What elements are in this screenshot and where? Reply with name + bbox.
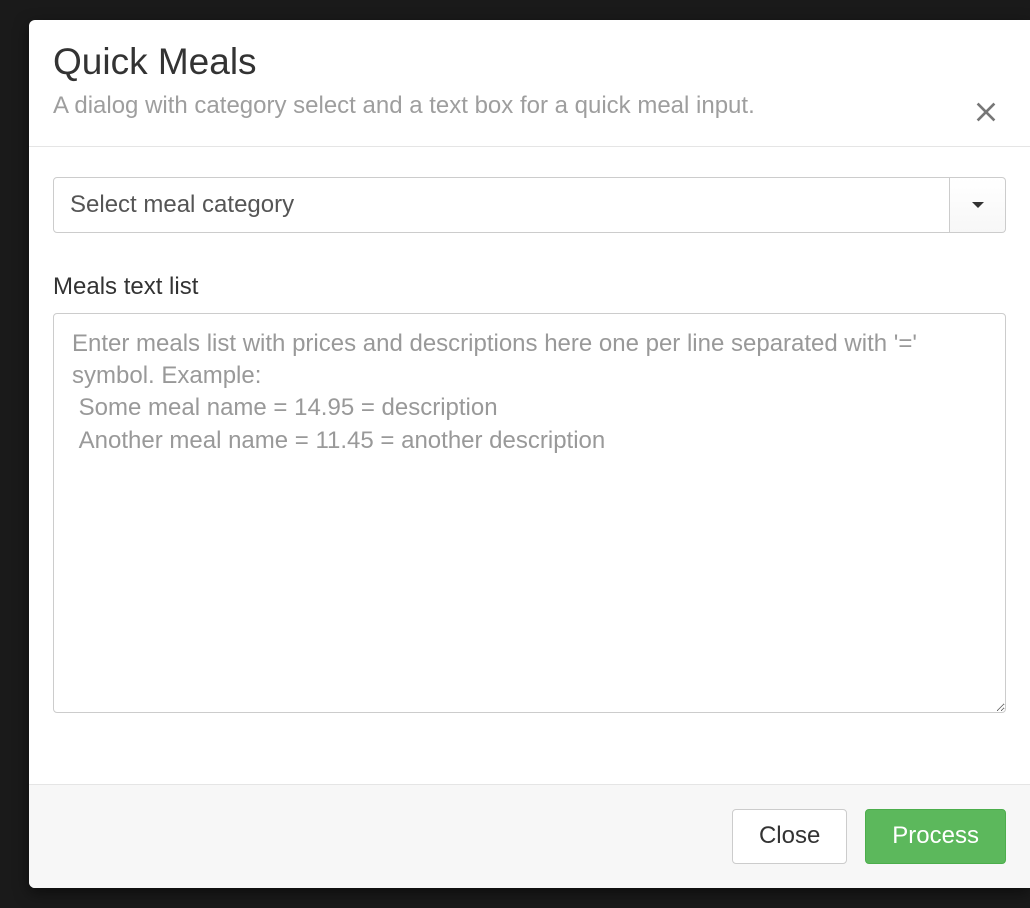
category-select-group: Select meal category xyxy=(53,177,1006,233)
meals-text-input[interactable] xyxy=(53,313,1006,713)
close-button[interactable]: Close xyxy=(732,809,847,864)
dialog-header: Quick Meals A dialog with category selec… xyxy=(29,20,1030,147)
dialog-footer: Close Process xyxy=(29,784,1030,888)
meals-text-label: Meals text list xyxy=(53,273,1006,301)
category-select-field[interactable]: Select meal category xyxy=(53,177,950,233)
quick-meals-dialog: Quick Meals A dialog with category selec… xyxy=(29,20,1030,888)
chevron-down-icon xyxy=(972,202,984,208)
close-icon xyxy=(970,96,1002,128)
dialog-subtitle: A dialog with category select and a text… xyxy=(53,90,1006,121)
dialog-title: Quick Meals xyxy=(53,40,1006,84)
category-select-toggle[interactable] xyxy=(950,177,1006,233)
process-button[interactable]: Process xyxy=(865,809,1006,864)
category-select-placeholder: Select meal category xyxy=(70,191,294,219)
dialog-body: Select meal category Meals text list xyxy=(29,147,1030,785)
close-icon-button[interactable] xyxy=(966,92,1006,132)
